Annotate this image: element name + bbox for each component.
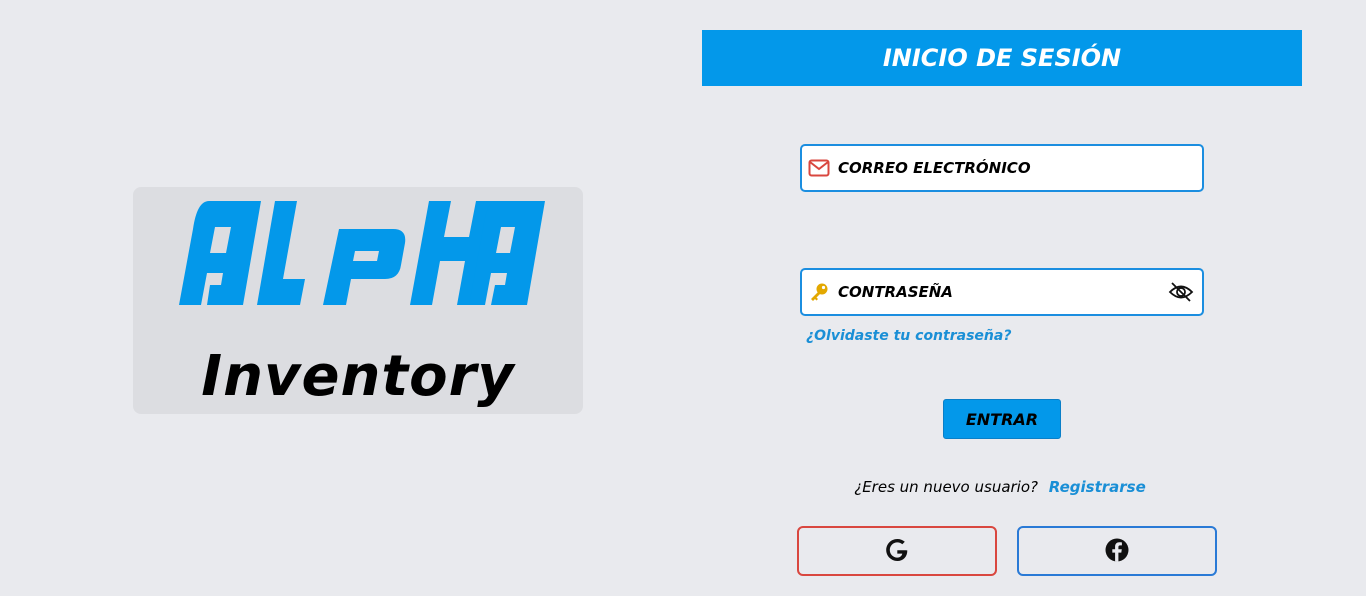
logo-card: Inventory: [133, 187, 583, 414]
forgot-password-link[interactable]: ¿Olvidaste tu contraseña?: [806, 328, 1011, 344]
logo-subtitle: Inventory: [201, 344, 515, 409]
register-row: ¿Eres un nuevo usuario? Registrarse: [700, 478, 1300, 496]
login-button[interactable]: ENTRAR: [943, 399, 1061, 439]
email-input[interactable]: [838, 148, 1202, 188]
google-icon: [885, 538, 909, 565]
email-field[interactable]: [800, 144, 1204, 192]
facebook-login-button[interactable]: [1017, 526, 1217, 576]
key-icon: [808, 281, 830, 303]
register-link[interactable]: Registrarse: [1049, 478, 1146, 496]
password-field[interactable]: [800, 268, 1204, 316]
login-page: Inventory INICIO DE SESIÓN CORREO ELECTR…: [0, 0, 1366, 596]
alpha-logo: [179, 201, 545, 305]
envelope-icon: [808, 157, 830, 179]
register-prompt: ¿Eres un nuevo usuario?: [854, 478, 1038, 496]
google-login-button[interactable]: [797, 526, 997, 576]
eye-slash-icon[interactable]: [1166, 277, 1196, 307]
login-title: INICIO DE SESIÓN: [702, 30, 1302, 86]
password-input[interactable]: [838, 272, 1166, 312]
facebook-icon: [1105, 538, 1129, 565]
